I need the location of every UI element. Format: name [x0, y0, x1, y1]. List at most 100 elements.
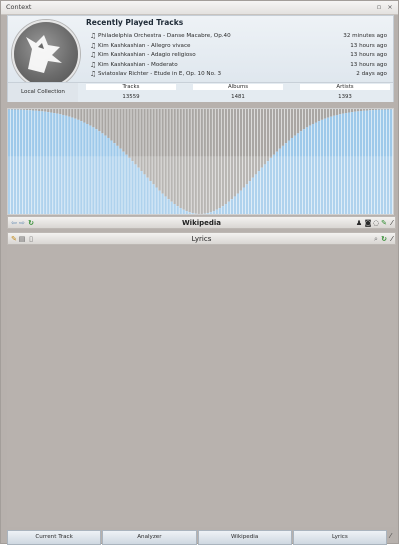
list-item[interactable]: ♫ Sviatoslav Richter - Etude in E, Op. 1…: [90, 70, 387, 80]
analyzer-bar: [116, 109, 118, 146]
analyzer-bar: [89, 109, 91, 126]
current-track-panel: Recently Played Tracks ♫ Philadelphia Or…: [7, 15, 394, 102]
tab-wikipedia[interactable]: Wikipedia: [198, 530, 292, 545]
analyzer-bar: [366, 109, 368, 110]
analyzer-bar: [83, 109, 85, 122]
tab-lyrics[interactable]: Lyrics: [293, 530, 387, 545]
analyzer-bar: [327, 109, 329, 118]
analyzer-bar: [26, 109, 28, 110]
settings-icon[interactable]: ✎: [380, 219, 388, 227]
configure-icon[interactable]: ⁄: [390, 532, 398, 542]
float-button[interactable]: ▫: [375, 3, 383, 11]
analyzer-bar: [297, 109, 299, 133]
analyzer-bar: [134, 109, 136, 164]
analyzer-bar: [107, 109, 109, 138]
track-time: 32 minutes ago: [343, 32, 387, 42]
analyzer-bar: [357, 109, 359, 111]
analyzer-bar: [333, 109, 335, 116]
lyrics-content[interactable]: [7, 246, 396, 527]
analyzer-bar: [279, 109, 281, 149]
lyrics-title: Lyrics: [8, 233, 395, 245]
analyzer-bar: [113, 109, 115, 143]
search-icon[interactable]: ⌕: [372, 235, 380, 243]
analyzer-bar: [47, 109, 49, 112]
analyzer-bar: [32, 109, 34, 110]
track-time: 13 hours ago: [350, 61, 387, 71]
analyzer-bar: [59, 109, 61, 114]
analyzer-bar: [62, 109, 64, 115]
reload-icon[interactable]: ↻: [380, 235, 388, 243]
analyzer-glow: [8, 156, 393, 214]
analyzer-bar: [339, 109, 341, 114]
albums-header: Albums: [193, 84, 283, 90]
track-icon[interactable]: ◌: [372, 219, 380, 227]
tracks-header: Tracks: [86, 84, 176, 90]
close-button[interactable]: ×: [386, 3, 394, 11]
analyzer-bar: [264, 109, 266, 164]
music-note-icon: ♫: [90, 42, 96, 52]
analyzer-bar: [276, 109, 278, 152]
analyzer-bar: [131, 109, 133, 161]
analyzer-bar: [330, 109, 332, 117]
analyzer-bar: [300, 109, 302, 131]
list-item[interactable]: ♫ Kim Kashkashian - Allegro vivace 13 ho…: [90, 42, 387, 52]
track-name: Kim Kashkashian - Allegro vivace: [98, 42, 190, 52]
analyzer-bar: [77, 109, 79, 120]
track-time: 2 days ago: [356, 70, 387, 80]
analyzer-bar: [306, 109, 308, 127]
wolf-icon: [22, 29, 68, 77]
analyzer-bar: [345, 109, 347, 113]
music-note-icon: ♫: [90, 70, 96, 80]
collapse-icon[interactable]: ⁄: [388, 235, 396, 243]
tracks-count: 13559: [86, 94, 176, 100]
list-item[interactable]: ♫ Philadelphia Orchestra - Danse Macabre…: [90, 32, 387, 42]
recent-tracks-title: Recently Played Tracks: [86, 18, 183, 27]
list-item[interactable]: ♫ Kim Kashkashian - Moderato 13 hours ag…: [90, 61, 387, 71]
album-cover: [12, 20, 80, 88]
track-time: 13 hours ago: [350, 51, 387, 61]
analyzer-bar: [294, 109, 296, 136]
lyrics-toolbar: ✎ ▤ ▯ Lyrics ⌕ ↻ ⁄: [7, 232, 396, 245]
analyzer-bar: [80, 109, 82, 121]
analyzer-bar: [95, 109, 97, 129]
artist-icon[interactable]: ♟: [355, 219, 363, 227]
analyzer-bar: [44, 109, 46, 112]
analyzer-bar: [369, 109, 371, 110]
track-name: Kim Kashkashian - Moderato: [98, 61, 178, 71]
analyzer-bar: [315, 109, 317, 122]
analyzer-bar: [122, 109, 124, 152]
track-name: Kim Kashkashian - Adagio religioso: [98, 51, 196, 61]
analyzer-bar: [360, 109, 362, 111]
tab-analyzer[interactable]: Analyzer: [102, 530, 196, 545]
analyzer-bar: [65, 109, 67, 116]
analyzer-bar: [384, 109, 386, 110]
artists-header: Artists: [300, 84, 390, 90]
analyzer-bar: [378, 109, 380, 110]
analyzer-bar: [288, 109, 290, 140]
analyzer-bar: [101, 109, 103, 133]
analyzer-bar: [23, 109, 25, 110]
analyzer-bar: [267, 109, 269, 161]
analyzer-bar: [29, 109, 31, 110]
analyzer-bar: [375, 109, 377, 110]
list-item[interactable]: ♫ Kim Kashkashian - Adagio religioso 13 …: [90, 51, 387, 61]
album-icon[interactable]: ◙: [364, 219, 372, 227]
tab-current-track[interactable]: Current Track: [7, 530, 101, 545]
analyzer-bar: [38, 109, 40, 111]
analyzer-bar: [351, 109, 353, 112]
title-bar[interactable]: Context ▫ ×: [1, 1, 398, 15]
analyzer-bar: [56, 109, 58, 114]
analyzer-bar: [285, 109, 287, 143]
window-title: Context: [6, 3, 31, 11]
analyzer-panel[interactable]: [7, 108, 394, 215]
albums-count: 1481: [193, 94, 283, 100]
analyzer-bar: [125, 109, 127, 155]
spectrum-analyzer: [8, 109, 393, 214]
collapse-icon[interactable]: ⁄: [388, 219, 396, 227]
analyzer-bar: [20, 109, 22, 110]
analyzer-bar: [35, 109, 37, 111]
analyzer-bar: [303, 109, 305, 129]
analyzer-bar: [128, 109, 130, 158]
applet-tabs: Current Track Analyzer Wikipedia Lyrics: [7, 530, 388, 544]
analyzer-bar: [74, 109, 76, 119]
